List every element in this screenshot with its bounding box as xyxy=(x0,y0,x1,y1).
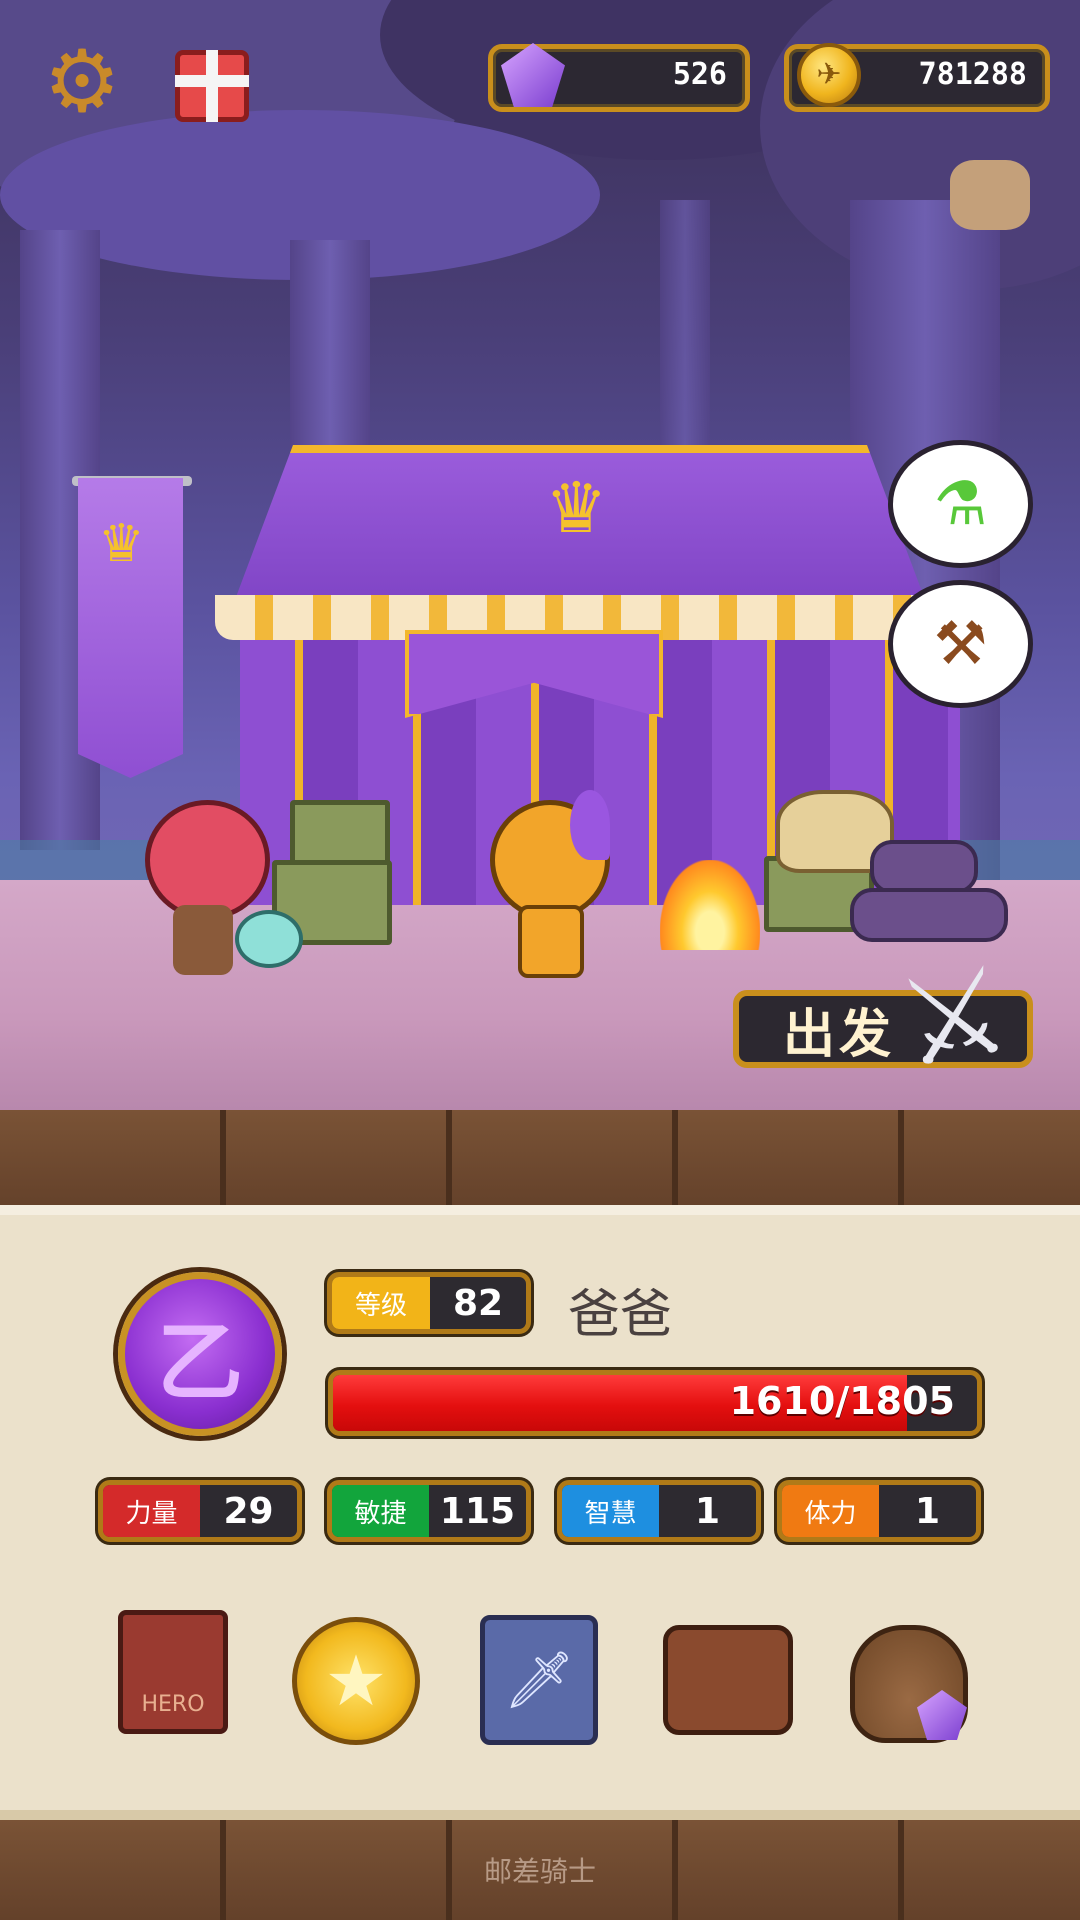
gem-icon xyxy=(501,43,565,107)
character-name: 爸爸 xyxy=(568,1285,673,1345)
potion-upgrade-icon: ⚗ xyxy=(933,469,988,539)
inventory-bag-icon[interactable] xyxy=(663,1625,793,1735)
stat-value: 1 xyxy=(694,1490,721,1532)
game-scene: ♛ ♛ ⚗ ⚒ 出发 ⚔ ⚙ 526 ✈ 781288 xyxy=(0,0,1080,1110)
knight-body xyxy=(518,905,584,978)
hammer-bubble[interactable]: ⚒ xyxy=(888,580,1033,708)
stat-agility: 敏捷 115 xyxy=(327,1480,531,1542)
crown-icon: ♛ xyxy=(98,514,145,574)
potion-upgrade-bubble[interactable]: ⚗ xyxy=(888,440,1033,568)
campfire xyxy=(660,860,760,950)
stat-wisdom: 智慧 1 xyxy=(557,1480,761,1542)
stat-label: 力量 xyxy=(103,1485,200,1537)
log xyxy=(850,888,1008,942)
depart-label: 出发 xyxy=(783,1004,896,1065)
crossbow xyxy=(235,910,303,968)
tent-roof: ♛ xyxy=(230,445,930,613)
log xyxy=(870,840,978,894)
loot-sack-icon[interactable] xyxy=(850,1625,968,1743)
knight-body xyxy=(173,905,233,975)
hp-bar: 1610/1805 xyxy=(328,1370,982,1436)
level-label: 等级 xyxy=(332,1277,430,1329)
stat-label: 敏捷 xyxy=(332,1485,429,1537)
star-coin-icon[interactable]: ★ xyxy=(292,1617,420,1745)
stat-label: 体力 xyxy=(782,1485,879,1537)
gift-box-icon[interactable] xyxy=(175,50,249,122)
hero-book-icon[interactable]: HERO xyxy=(118,1610,228,1734)
sword-scroll-icon: ⚔ xyxy=(888,940,1020,1096)
wood-grain xyxy=(0,1110,1080,1210)
crown-icon: ♛ xyxy=(545,467,608,549)
footer-title: 邮差骑士 xyxy=(483,1855,596,1888)
gold-count: 781288 xyxy=(918,57,1027,92)
gold-counter[interactable]: ✈ 781288 xyxy=(784,43,1050,112)
level-badge: 等级 82 xyxy=(327,1272,531,1334)
level-value: 82 xyxy=(452,1282,504,1324)
stat-value: 29 xyxy=(223,1490,274,1532)
stat-value: 1 xyxy=(914,1490,941,1532)
hp-text: 1610/1805 xyxy=(729,1379,955,1423)
hammer-icon: ⚒ xyxy=(933,609,988,679)
class-emblem[interactable]: 乙 xyxy=(118,1272,282,1436)
gem-counter[interactable]: 526 xyxy=(488,43,750,112)
skill-cards-icon[interactable]: 🗡 xyxy=(480,1615,598,1745)
stat-label: 智慧 xyxy=(562,1485,659,1537)
stat-value: 115 xyxy=(439,1490,516,1532)
stat-stamina: 体力 1 xyxy=(777,1480,981,1542)
gold-coin-icon: ✈ xyxy=(797,43,861,107)
helmet-plume xyxy=(570,790,610,860)
player-knight[interactable] xyxy=(480,790,620,980)
crown-banner: ♛ xyxy=(78,478,183,778)
treasure-pot-icon[interactable] xyxy=(950,160,1030,230)
companion-knight[interactable] xyxy=(135,800,303,985)
gem-count: 526 xyxy=(672,57,727,92)
emblem-glyph: 乙 xyxy=(157,1312,243,1413)
stat-strength: 力量 29 xyxy=(98,1480,302,1542)
knight-helmet xyxy=(145,800,270,920)
settings-gear-icon[interactable]: ⚙ xyxy=(42,39,122,125)
